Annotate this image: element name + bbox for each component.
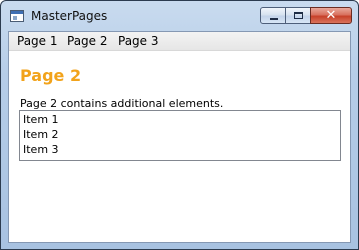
close-button[interactable]: ✕	[310, 7, 352, 24]
caption-buttons: ✕	[260, 7, 352, 25]
maximize-icon	[294, 12, 303, 19]
page-title: Page 2	[20, 66, 82, 85]
list-item[interactable]: Item 2	[23, 128, 59, 142]
menu-bar: Page 1 Page 2 Page 3	[9, 32, 350, 51]
menu-item-page-3[interactable]: Page 3	[118, 34, 159, 48]
window-title: MasterPages	[31, 9, 108, 23]
menu-item-page-2[interactable]: Page 2	[67, 34, 108, 48]
client-area: Page 1 Page 2 Page 3 Page 2 Page 2 conta…	[8, 31, 351, 243]
minimize-button[interactable]	[260, 7, 286, 24]
list-item[interactable]: Item 1	[23, 113, 59, 127]
list-item[interactable]: Item 3	[23, 143, 59, 157]
menu-item-page-1[interactable]: Page 1	[17, 34, 58, 48]
page-description: Page 2 contains additional elements.	[20, 97, 224, 110]
window-app-icon[interactable]	[10, 10, 24, 22]
close-icon: ✕	[325, 8, 337, 23]
items-listbox[interactable]: Item 1 Item 2 Item 3	[19, 110, 341, 161]
maximize-button[interactable]	[285, 7, 311, 24]
title-bar[interactable]: MasterPages ✕	[1, 1, 358, 31]
minimize-icon	[270, 18, 278, 20]
app-window: MasterPages ✕ Page 1 Page 2 Page 3 Page …	[0, 0, 359, 250]
